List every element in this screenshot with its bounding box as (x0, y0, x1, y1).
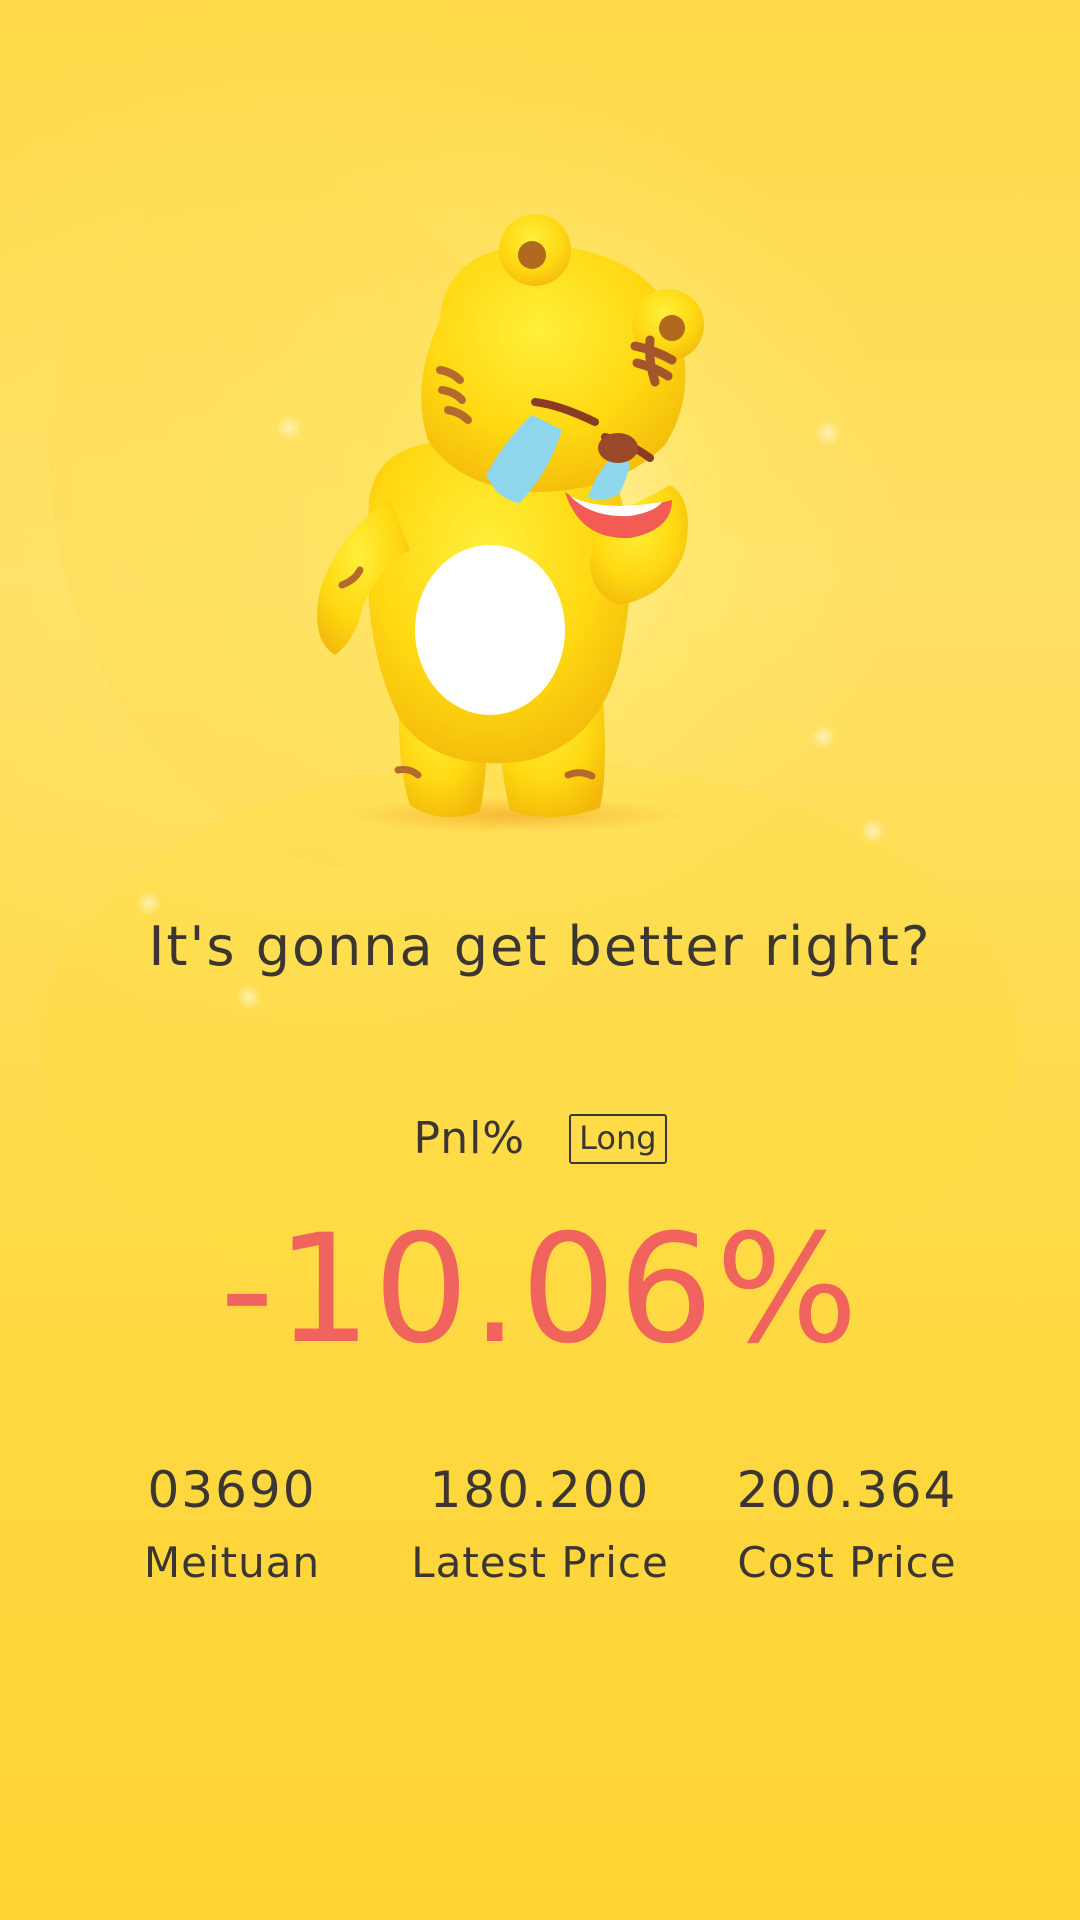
stat-latest-price: 180.200 Latest Price (380, 1460, 700, 1588)
pnl-value: -10.06% (219, 1203, 861, 1377)
cost-price-label: Cost Price (737, 1538, 957, 1587)
stock-name-label: Meituan (143, 1538, 321, 1587)
pnl-header: Pnl% Long (0, 1113, 1080, 1164)
stat-cost-price: 200.364 Cost Price (687, 1460, 1007, 1588)
stats-row: 03690 Meituan 180.200 Latest Price 200.3… (0, 1460, 1080, 1610)
sparkle (136, 890, 162, 916)
sparkle (860, 818, 886, 844)
sparkle (236, 984, 262, 1010)
position-type-badge: Long (569, 1113, 667, 1164)
stock-code-value: 03690 (147, 1461, 317, 1519)
latest-price-label: Latest Price (411, 1538, 669, 1587)
sparkle (276, 415, 302, 441)
stat-stock-code: 03690 Meituan (72, 1460, 392, 1588)
latest-price-value: 180.200 (429, 1461, 651, 1519)
crying-tiger-mascot-icon (300, 200, 820, 840)
cost-price-value: 200.364 (736, 1461, 958, 1519)
headline: It's gonna get better right? (148, 915, 932, 978)
pnl-label: Pnl% (413, 1113, 526, 1164)
